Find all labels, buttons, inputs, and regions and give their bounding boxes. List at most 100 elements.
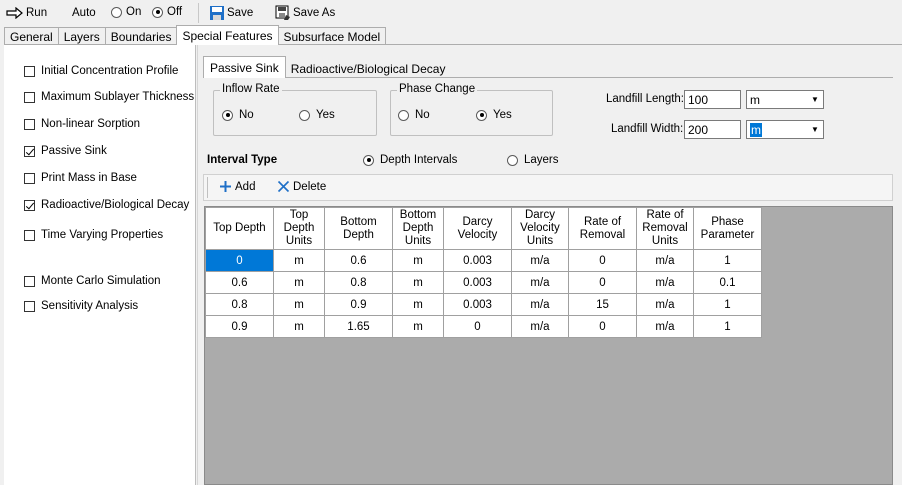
col-darcy-velocity[interactable]: Darcy Velocity (443, 207, 512, 250)
feature-monte-carlo-simulation[interactable]: Monte Carlo Simulation (24, 275, 161, 287)
table-cell[interactable]: 0.6 (205, 271, 274, 294)
layers-radio[interactable]: Layers (507, 154, 559, 166)
table-cell[interactable]: m (273, 293, 325, 316)
table-cell[interactable]: m/a (636, 315, 694, 338)
tab-subsurface-model[interactable]: Subsurface Model (277, 27, 387, 45)
table-cell[interactable]: m/a (511, 249, 569, 272)
add-row-button[interactable]: Add (219, 180, 255, 193)
inflow-no-radio[interactable]: No (222, 109, 254, 121)
inflow-yes-label: Yes (316, 109, 335, 121)
landfill-length-unit-value: m (750, 92, 760, 107)
save-button[interactable]: Save (207, 2, 255, 24)
run-button[interactable]: Run (4, 2, 49, 24)
depth-intervals-radio[interactable]: Depth Intervals (363, 154, 457, 166)
table-cell[interactable]: 0.6 (324, 249, 393, 272)
feature-sensitivity-analysis[interactable]: Sensitivity Analysis (24, 300, 138, 312)
landfill-length-label: Landfill Length: (606, 93, 685, 105)
tab-special-features[interactable]: Special Features (176, 25, 279, 45)
auto-off-label: Off (167, 6, 183, 18)
feature-passive-sink[interactable]: Passive Sink (24, 145, 107, 157)
checkbox (24, 118, 35, 130)
col-darcy-velocity-units[interactable]: Darcy Velocity Units (511, 207, 569, 250)
table-cell[interactable]: 0 (443, 315, 512, 338)
table-cell[interactable]: m (273, 271, 325, 294)
landfill-length-input[interactable]: 100 (684, 90, 741, 109)
table-cell[interactable]: 0.8 (324, 271, 393, 294)
interval-grid: Top Depth Top Depth Units Bottom Depth Bott… (204, 206, 893, 485)
delete-row-button[interactable]: Delete (277, 180, 326, 193)
checkbox (24, 91, 35, 103)
sub-tab-baseline (203, 77, 893, 78)
table-cell[interactable]: m/a (511, 315, 569, 338)
feature-label: Initial Concentration Profile (41, 65, 179, 77)
col-top-depth[interactable]: Top Depth (205, 207, 274, 250)
table-cell[interactable]: 1 (693, 315, 762, 338)
table-cell[interactable]: m (273, 315, 325, 338)
feature-radioactive-biological-decay[interactable]: Radioactive/Biological Decay (24, 199, 189, 211)
phase-yes-radio[interactable]: Yes (476, 109, 512, 121)
radio-circle (476, 109, 487, 121)
table-cell[interactable]: 1 (693, 293, 762, 316)
table-cell[interactable]: m/a (511, 271, 569, 294)
table-cell[interactable]: 0 (568, 249, 637, 272)
table-cell[interactable]: m/a (636, 271, 694, 294)
landfill-length-unit-select[interactable]: m ▼ (746, 90, 824, 109)
table-cell[interactable]: m (392, 249, 444, 272)
tab-general[interactable]: General (4, 27, 59, 45)
feature-initial-concentration-profile[interactable]: Initial Concentration Profile (24, 65, 178, 77)
table-cell[interactable]: 1.65 (324, 315, 393, 338)
table-cell[interactable]: m (392, 315, 444, 338)
table-cell[interactable]: 15 (568, 293, 637, 316)
col-rate-of-removal-units[interactable]: Rate of Removal Units (636, 207, 694, 250)
col-bottom-depth[interactable]: Bottom Depth (324, 207, 393, 250)
inflow-yes-radio[interactable]: Yes (299, 109, 335, 121)
table-cell[interactable]: 1 (693, 249, 762, 272)
checkbox (24, 229, 35, 241)
tab-radioactive-biological-decay[interactable]: Radioactive/Biological Decay (285, 59, 452, 78)
table-cell[interactable]: 0 (568, 315, 637, 338)
table-cell[interactable]: m (392, 293, 444, 316)
table-cell[interactable]: 0.1 (693, 271, 762, 294)
table-cell[interactable]: m/a (636, 249, 694, 272)
table-cell[interactable]: 0.003 (443, 249, 512, 272)
table-cell[interactable]: m/a (636, 293, 694, 316)
auto-off-radio[interactable]: Off (152, 6, 182, 18)
table-cell[interactable]: 0 (205, 249, 274, 272)
save-icon (210, 6, 224, 20)
table-cell[interactable]: 0.003 (443, 293, 512, 316)
feature-label: Radioactive/Biological Decay (41, 199, 190, 211)
table-cell[interactable]: 0.8 (205, 293, 274, 316)
auto-on-radio[interactable]: On (111, 6, 141, 18)
toolbar-divider (198, 3, 199, 23)
features-panel (4, 45, 196, 485)
grid-toolbar-grip (207, 177, 208, 198)
feature-label: Passive Sink (41, 145, 107, 157)
phase-no-radio[interactable]: No (398, 109, 430, 121)
tab-layers[interactable]: Layers (57, 27, 106, 45)
table-cell[interactable]: m (273, 249, 325, 272)
table-cell[interactable]: m/a (511, 293, 569, 316)
interval-table: Top Depth Top Depth Units Bottom Depth Bott… (205, 207, 762, 338)
inflow-rate-title: Inflow Rate (220, 83, 282, 95)
feature-label: Monte Carlo Simulation (41, 275, 161, 287)
col-top-depth-units[interactable]: Top Depth Units (273, 207, 325, 250)
table-cell[interactable]: 0.9 (324, 293, 393, 316)
col-rate-of-removal[interactable]: Rate of Removal (568, 207, 637, 250)
col-phase-parameter[interactable]: Phase Parameter (693, 207, 762, 250)
table-cell[interactable]: 0 (568, 271, 637, 294)
feature-time-varying-properties[interactable]: Time Varying Properties (24, 229, 163, 241)
checkbox (24, 275, 35, 287)
feature-maximum-sublayer-thickness[interactable]: Maximum Sublayer Thickness (24, 91, 194, 103)
landfill-width-unit-select[interactable]: m ▼ (746, 120, 824, 139)
save-as-button[interactable]: Save As (273, 2, 337, 24)
feature-print-mass-in-base[interactable]: Print Mass in Base (24, 172, 137, 184)
auto-label: Auto (72, 7, 96, 19)
landfill-width-input[interactable]: 200 (684, 120, 741, 139)
col-bottom-depth-units[interactable]: Bottom Depth Units (392, 207, 444, 250)
table-cell[interactable]: 0.003 (443, 271, 512, 294)
tab-boundaries[interactable]: Boundaries (104, 27, 178, 45)
table-cell[interactable]: 0.9 (205, 315, 274, 338)
tab-passive-sink[interactable]: Passive Sink (203, 56, 286, 78)
table-cell[interactable]: m (392, 271, 444, 294)
feature-non-linear-sorption[interactable]: Non-linear Sorption (24, 118, 140, 130)
